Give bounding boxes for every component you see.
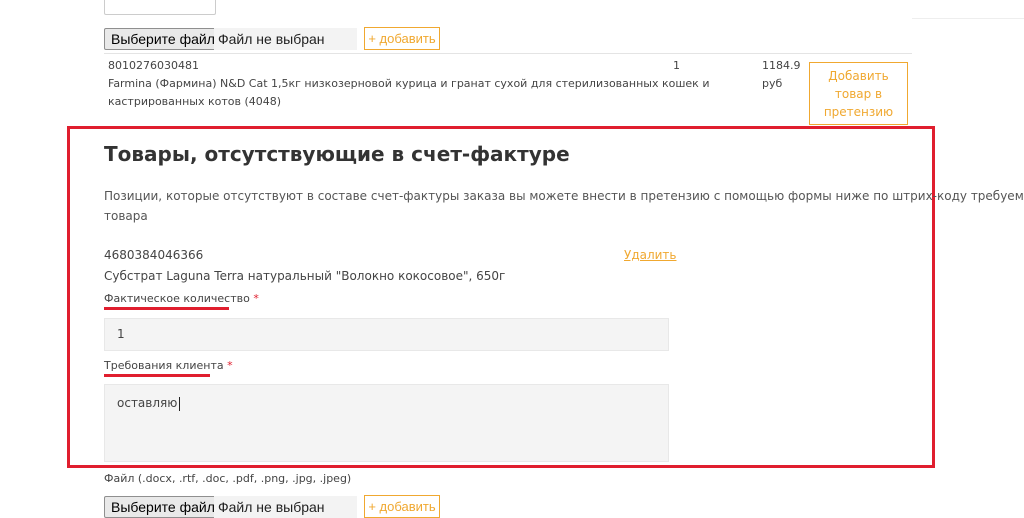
missing-item-name: Субстрат Laguna Terra натуральный "Волок… bbox=[104, 269, 506, 283]
add-to-claim-line3: претензию bbox=[823, 105, 894, 119]
choose-file-button[interactable]: Выберите файл bbox=[104, 28, 222, 50]
requirements-text: оставляю bbox=[117, 396, 178, 410]
add-file-button[interactable]: + добавить bbox=[364, 27, 440, 50]
choose-file-button-bottom[interactable]: Выберите файл bbox=[104, 496, 222, 518]
required-asterisk: * bbox=[253, 292, 259, 305]
product-price: 1184.9 bbox=[762, 59, 801, 72]
required-asterisk: * bbox=[227, 359, 233, 372]
add-to-claim-button[interactable]: Добавить товар в претензию bbox=[809, 62, 908, 125]
quantity-label-text: Фактическое количество bbox=[104, 292, 250, 305]
product-name-line2: кастрированных котов (4048) bbox=[108, 95, 282, 108]
section-description-line2: товара bbox=[104, 209, 148, 223]
requirements-label-underline bbox=[104, 374, 210, 377]
section-description-line1: Позиции, которые отсутствуют в составе с… bbox=[104, 189, 1024, 203]
previous-control-stub bbox=[104, 0, 216, 15]
product-barcode: 8010276030481 bbox=[108, 59, 199, 72]
file-types-label: Файл (.docx, .rtf, .doc, .pdf, .png, .jp… bbox=[104, 472, 352, 485]
add-to-claim-line2: товар в bbox=[834, 87, 883, 101]
requirements-label: Требования клиента * bbox=[104, 359, 233, 372]
product-quantity: 1 bbox=[673, 59, 680, 72]
file-status-text-bottom: Файл не выбран bbox=[214, 496, 357, 518]
section-title: Товары, отсутствующие в счет-фактуре bbox=[104, 142, 570, 166]
header-divider bbox=[912, 18, 1024, 19]
quantity-label: Фактическое количество * bbox=[104, 292, 259, 305]
delete-link[interactable]: Удалить bbox=[624, 248, 677, 262]
requirements-label-text: Требования клиента bbox=[104, 359, 224, 372]
missing-item-barcode: 4680384046366 bbox=[104, 248, 204, 262]
quantity-label-underline bbox=[104, 307, 229, 310]
text-cursor bbox=[179, 396, 181, 411]
file-status-text: Файл не выбран bbox=[214, 28, 357, 50]
quantity-input[interactable]: 1 bbox=[104, 318, 669, 351]
requirements-textarea[interactable]: оставляю bbox=[104, 384, 669, 462]
product-name-line1: Farmina (Фармина) N&D Cat 1,5кг низкозер… bbox=[108, 77, 710, 90]
add-file-button-bottom[interactable]: + добавить bbox=[364, 495, 440, 518]
add-to-claim-line1: Добавить bbox=[828, 69, 889, 83]
product-currency: руб bbox=[762, 77, 783, 90]
row-divider bbox=[104, 53, 912, 54]
